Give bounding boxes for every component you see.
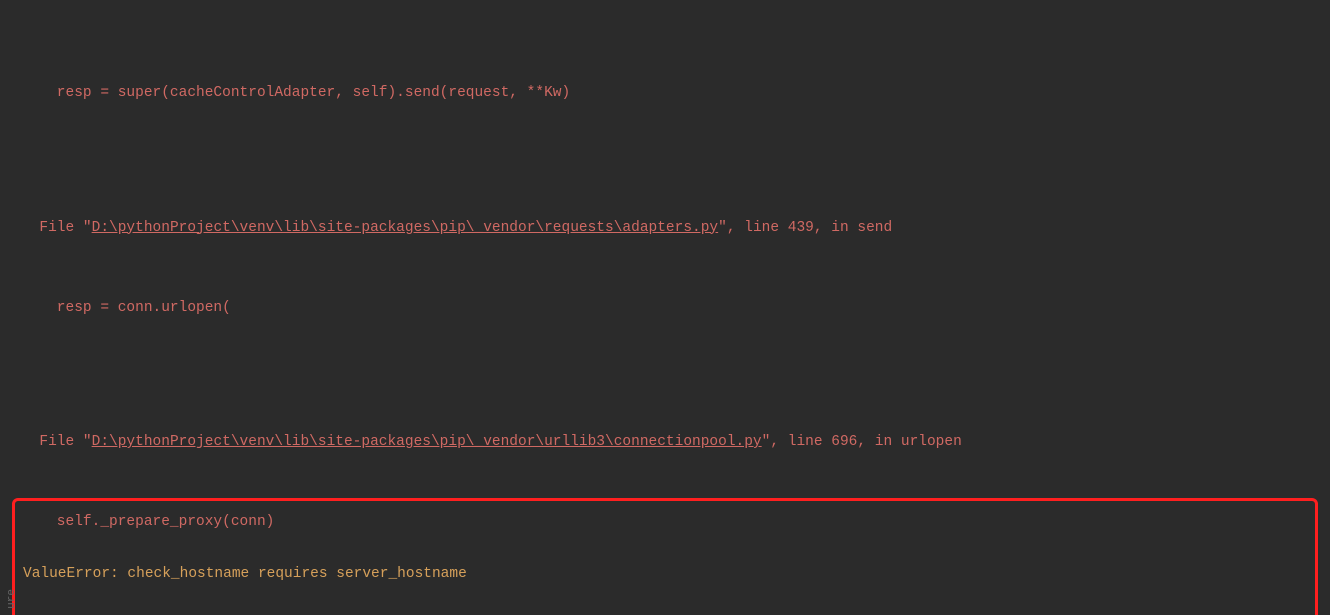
frame-location: ", line 696, in urlopen	[762, 434, 962, 450]
file-path-link[interactable]: D:\pythonProject\venv\lib\site-packages\…	[92, 220, 719, 236]
file-path-link[interactable]: D:\pythonProject\venv\lib\site-packages\…	[92, 434, 762, 450]
file-prefix: File "	[22, 434, 92, 450]
value-error-line: ValueError: check_hostname requires serv…	[23, 561, 1307, 588]
traceback-frame: File "D:\pythonProject\venv\lib\site-pac…	[22, 215, 1330, 242]
traceback-frame: File "D:\pythonProject\venv\lib\site-pac…	[22, 429, 1330, 456]
error-highlight-box: ValueError: check_hostname requires serv…	[12, 498, 1318, 615]
terminal-output: resp = super(cacheControlAdapter, self).…	[0, 0, 1330, 615]
sidebar-text-fragment: ure	[2, 589, 22, 609]
traceback-partial-line: resp = super(cacheControlAdapter, self).…	[22, 80, 1330, 107]
file-prefix: File "	[22, 220, 92, 236]
traceback-code: resp = conn.urlopen(	[22, 295, 1330, 322]
frame-location: ", line 439, in send	[718, 220, 892, 236]
